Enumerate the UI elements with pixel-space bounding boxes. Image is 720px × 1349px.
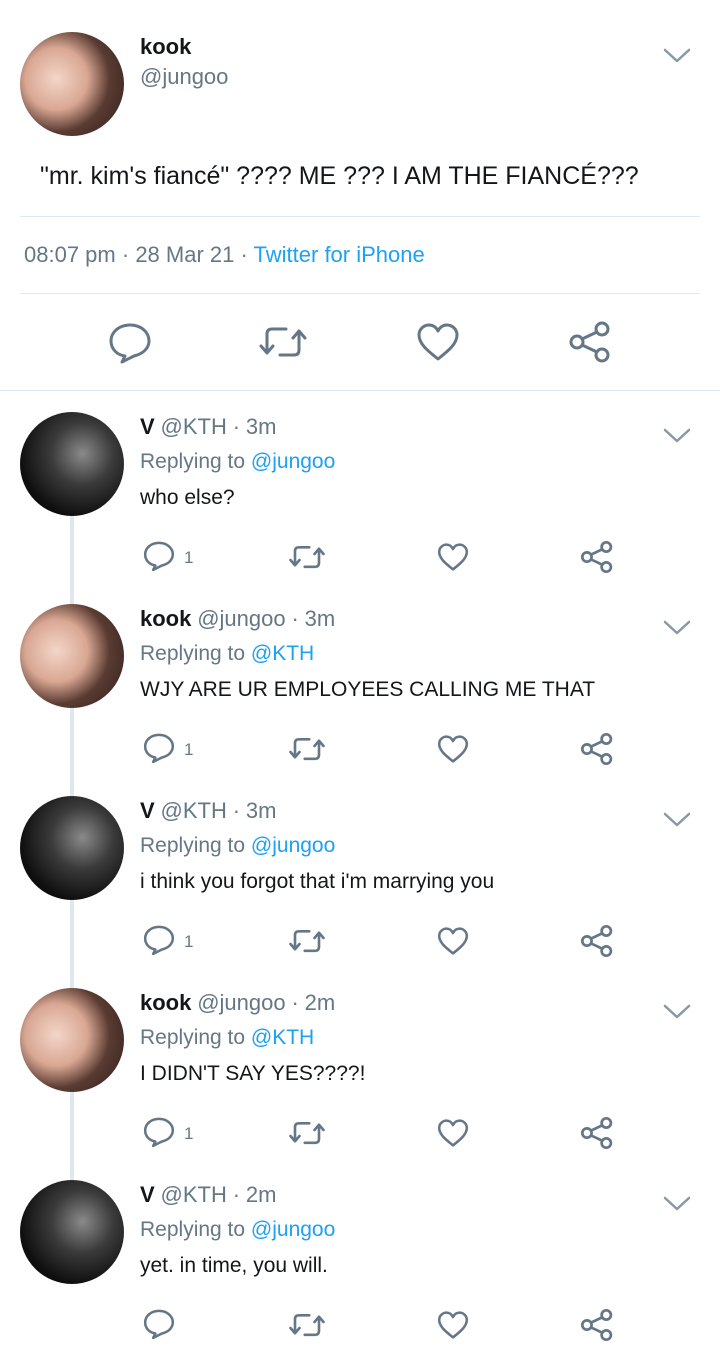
like-icon[interactable] bbox=[437, 542, 469, 572]
author-name[interactable]: V bbox=[140, 798, 155, 823]
tweet-time: 08:07 pm bbox=[24, 242, 116, 267]
share-icon[interactable] bbox=[580, 540, 614, 574]
reply-count: 1 bbox=[184, 932, 194, 951]
reply-time: 3m bbox=[245, 414, 277, 439]
share-icon[interactable] bbox=[568, 320, 612, 364]
reply-header: kook @jungoo · 3m bbox=[140, 606, 335, 632]
replying-to: Replying to @KTH bbox=[140, 642, 314, 666]
reply-icon[interactable] bbox=[143, 924, 175, 956]
avatar[interactable] bbox=[20, 32, 124, 136]
reply-header: V @KTH · 3m bbox=[140, 798, 276, 824]
separator: · bbox=[121, 242, 130, 267]
separator: · bbox=[232, 1182, 241, 1207]
avatar[interactable] bbox=[20, 604, 124, 708]
mention-link[interactable]: @jungoo bbox=[251, 834, 335, 857]
chevron-down-icon[interactable] bbox=[662, 618, 692, 638]
replying-prefix: Replying to bbox=[140, 642, 246, 665]
retweet-icon[interactable] bbox=[288, 926, 326, 956]
reply-header: V @KTH · 2m bbox=[140, 1182, 276, 1208]
retweet-icon[interactable] bbox=[288, 1118, 326, 1148]
like-icon[interactable] bbox=[437, 926, 469, 956]
author-name[interactable]: V bbox=[140, 1182, 155, 1207]
replying-prefix: Replying to bbox=[140, 1218, 246, 1241]
avatar[interactable] bbox=[20, 988, 124, 1092]
retweet-icon[interactable] bbox=[288, 542, 326, 572]
author-handle[interactable]: @jungoo bbox=[197, 606, 285, 631]
author-handle[interactable]: @jungoo bbox=[197, 990, 285, 1015]
author-name[interactable]: V bbox=[140, 414, 155, 439]
avatar[interactable] bbox=[20, 1180, 124, 1284]
divider bbox=[20, 216, 700, 217]
like-icon[interactable] bbox=[437, 734, 469, 764]
reply-text: yet. in time, you will. bbox=[140, 1254, 328, 1277]
replying-prefix: Replying to bbox=[140, 834, 246, 857]
retweet-icon[interactable] bbox=[288, 1310, 326, 1340]
reply-time: 3m bbox=[245, 798, 277, 823]
author-name[interactable]: kook bbox=[140, 606, 191, 631]
tweet-meta: 08:07 pm · 28 Mar 21 · Twitter for iPhon… bbox=[24, 242, 425, 268]
replying-to: Replying to @jungoo bbox=[140, 1218, 335, 1242]
reply-count: 1 bbox=[184, 1124, 194, 1143]
reply-time: 3m bbox=[304, 606, 336, 631]
tweet-date: 28 Mar 21 bbox=[135, 242, 235, 267]
mention-link[interactable]: @jungoo bbox=[251, 1218, 335, 1241]
reply-count: 1 bbox=[184, 740, 194, 759]
reply-time: 2m bbox=[245, 1182, 277, 1207]
chevron-down-icon[interactable] bbox=[662, 810, 692, 830]
share-icon[interactable] bbox=[580, 1308, 614, 1342]
reply-text: WJY ARE UR EMPLOYEES CALLING ME THAT bbox=[140, 678, 596, 701]
reply-header: V @KTH · 3m bbox=[140, 414, 276, 440]
chevron-down-icon[interactable] bbox=[662, 1002, 692, 1022]
tweet-source-link[interactable]: Twitter for iPhone bbox=[254, 242, 425, 267]
avatar[interactable] bbox=[20, 412, 124, 516]
share-icon[interactable] bbox=[580, 1116, 614, 1150]
reply-header: kook @jungoo · 2m bbox=[140, 990, 335, 1016]
share-icon[interactable] bbox=[580, 924, 614, 958]
section-divider bbox=[0, 390, 720, 391]
chevron-down-icon[interactable] bbox=[662, 46, 692, 66]
reply-icon[interactable] bbox=[143, 540, 175, 572]
replying-prefix: Replying to bbox=[140, 1026, 246, 1049]
reply-text: who else? bbox=[140, 486, 235, 509]
replying-to: Replying to @jungoo bbox=[140, 834, 335, 858]
reply-icon[interactable] bbox=[108, 322, 152, 364]
replying-to: Replying to @KTH bbox=[140, 1026, 314, 1050]
replying-prefix: Replying to bbox=[140, 450, 246, 473]
like-icon[interactable] bbox=[416, 322, 460, 362]
author-handle[interactable]: @KTH bbox=[161, 414, 227, 439]
replying-to: Replying to @jungoo bbox=[140, 450, 335, 474]
like-icon[interactable] bbox=[437, 1118, 469, 1148]
chevron-down-icon[interactable] bbox=[662, 1194, 692, 1214]
reply-text: i think you forgot that i'm marrying you bbox=[140, 870, 495, 893]
author-handle[interactable]: @KTH bbox=[161, 1182, 227, 1207]
chevron-down-icon[interactable] bbox=[662, 426, 692, 446]
author-handle[interactable]: @jungoo bbox=[140, 64, 228, 90]
reply-count: 1 bbox=[184, 548, 194, 567]
retweet-icon[interactable] bbox=[288, 734, 326, 764]
like-icon[interactable] bbox=[437, 1310, 469, 1340]
author-name[interactable]: kook bbox=[140, 990, 191, 1015]
share-icon[interactable] bbox=[580, 732, 614, 766]
mention-link[interactable]: @KTH bbox=[251, 642, 314, 665]
mention-link[interactable]: @jungoo bbox=[251, 450, 335, 473]
separator: · bbox=[232, 798, 241, 823]
separator: · bbox=[232, 414, 241, 439]
reply-time: 2m bbox=[304, 990, 336, 1015]
mention-link[interactable]: @KTH bbox=[251, 1026, 314, 1049]
avatar[interactable] bbox=[20, 796, 124, 900]
reply-icon[interactable] bbox=[143, 732, 175, 764]
author-name[interactable]: kook bbox=[140, 34, 191, 60]
reply-icon[interactable] bbox=[143, 1116, 175, 1148]
reply-text: I DIDN'T SAY YES????! bbox=[140, 1062, 366, 1085]
separator: · bbox=[291, 990, 299, 1015]
retweet-icon[interactable] bbox=[258, 322, 308, 362]
author-handle[interactable]: @KTH bbox=[161, 798, 227, 823]
reply-icon[interactable] bbox=[143, 1308, 175, 1340]
tweet-text: "mr. kim's fiancé" ???? ME ??? I AM THE … bbox=[40, 162, 639, 190]
separator: · bbox=[291, 606, 299, 631]
separator: · bbox=[240, 242, 248, 267]
divider bbox=[20, 293, 700, 294]
